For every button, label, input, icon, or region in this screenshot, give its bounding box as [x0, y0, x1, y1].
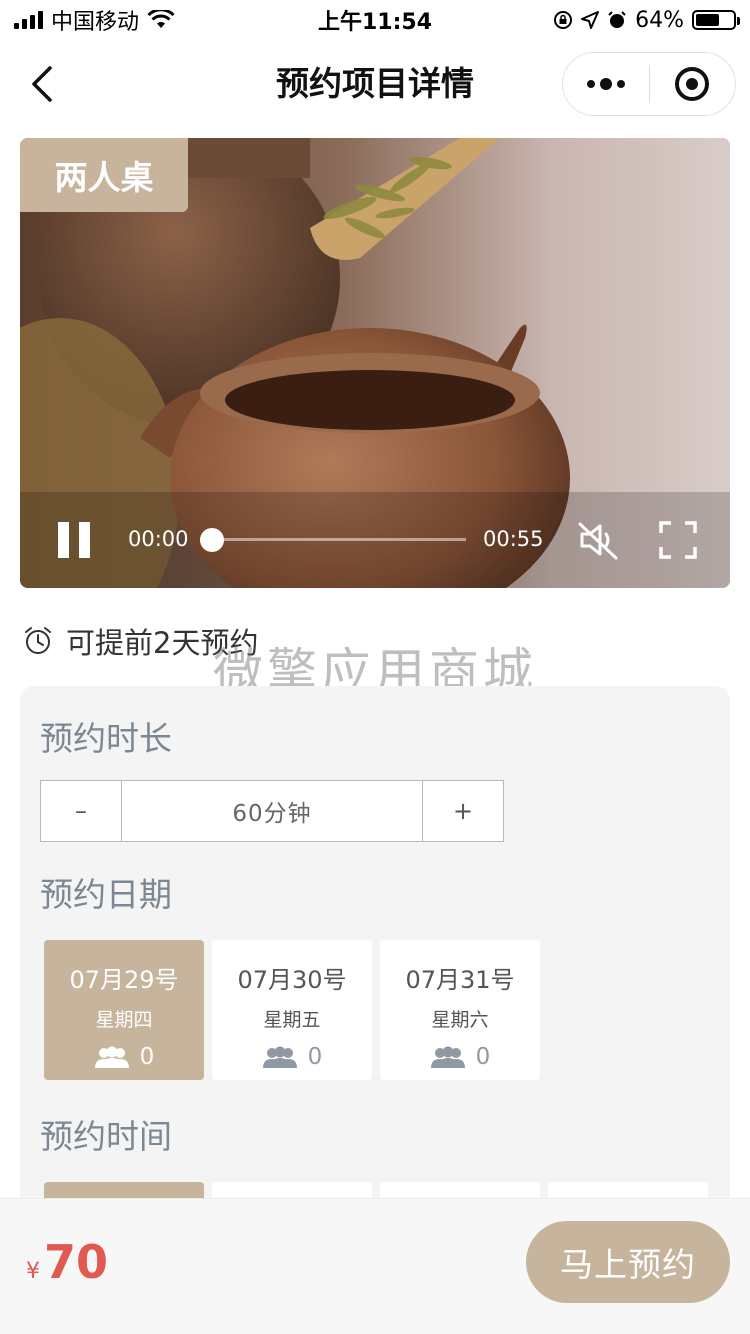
price: ¥ 70 — [26, 1235, 108, 1289]
booking-options-panel: 预约时长 – 60分钟 + 预约日期 07月29号 星期四 0 07月30号 星… — [20, 686, 730, 1246]
date-booking-count: 0 — [94, 1044, 155, 1070]
battery-fill — [696, 14, 720, 26]
status-right: 64% — [553, 7, 740, 33]
date-card[interactable]: 07月30号 星期五 0 — [212, 940, 372, 1080]
duration-minus-button[interactable]: – — [41, 781, 121, 841]
date-weekday: 星期四 — [95, 1009, 153, 1031]
video-current-time: 00:00 — [128, 527, 189, 551]
date-day: 07月29号 — [69, 966, 179, 994]
nav-bar: 预约项目详情 — [0, 46, 750, 122]
pause-bar — [79, 522, 90, 558]
more-dots-icon — [586, 78, 625, 90]
carrier-label: 中国移动 — [51, 10, 140, 35]
video-progress-track[interactable] — [200, 538, 466, 541]
status-left: 中国移动 — [14, 4, 175, 36]
advance-booking-text: 可提前2天预约 — [66, 626, 259, 660]
rotation-lock-icon — [554, 11, 573, 29]
date-card[interactable]: 07月31号 星期六 0 — [380, 940, 540, 1080]
date-count-value: 0 — [139, 1044, 155, 1070]
bottom-action-bar: ¥ 70 马上预约 — [0, 1198, 750, 1334]
people-icon — [262, 1046, 297, 1068]
mini-program-capsule — [562, 52, 736, 116]
book-now-button[interactable]: 马上预约 — [526, 1221, 730, 1303]
date-weekday: 星期六 — [431, 1009, 489, 1031]
duration-stepper: – 60分钟 + — [40, 780, 504, 842]
date-booking-count: 0 — [262, 1044, 323, 1070]
date-day: 07月30号 — [237, 966, 347, 994]
advance-booking-note: 可提前2天预约 — [22, 620, 258, 662]
battery-icon — [692, 10, 740, 30]
wifi-icon — [147, 10, 175, 28]
mute-icon[interactable] — [578, 520, 620, 560]
pause-bar — [58, 522, 69, 558]
target-icon — [675, 67, 710, 101]
video-controls: 00:00 00:55 — [20, 492, 730, 588]
video-progress-thumb[interactable] — [200, 528, 224, 552]
pause-button[interactable] — [58, 522, 90, 558]
signal-icon — [14, 11, 43, 29]
fullscreen-icon[interactable] — [658, 520, 698, 560]
date-booking-count: 0 — [430, 1044, 491, 1070]
status-bar: 中国移动 上午11:54 64% — [0, 0, 750, 40]
alarm-icon — [608, 11, 626, 28]
table-type-tag: 两人桌 — [20, 138, 188, 212]
time-title: 预约时间 — [40, 1117, 172, 1156]
location-icon — [581, 11, 600, 29]
date-title: 预约日期 — [40, 875, 172, 914]
duration-title: 预约时长 — [40, 719, 172, 758]
more-button[interactable] — [563, 52, 649, 116]
date-day: 07月31号 — [405, 966, 515, 994]
date-count-value: 0 — [475, 1044, 491, 1070]
video-player[interactable]: 两人桌 00:00 00:55 — [20, 138, 730, 588]
duration-plus-button[interactable]: + — [423, 781, 503, 841]
people-icon — [94, 1046, 129, 1068]
date-list: 07月29号 星期四 0 07月30号 星期五 0 07月31号 星期六 0 — [44, 940, 540, 1080]
date-card[interactable]: 07月29号 星期四 0 — [44, 940, 204, 1080]
date-weekday: 星期五 — [263, 1009, 321, 1031]
video-total-time: 00:55 — [483, 527, 544, 551]
price-currency: ¥ — [26, 1259, 40, 1284]
date-count-value: 0 — [307, 1044, 323, 1070]
people-icon — [430, 1046, 465, 1068]
battery-percent: 64% — [635, 7, 684, 33]
price-value: 70 — [44, 1235, 109, 1289]
close-mini-program-button[interactable] — [650, 52, 736, 116]
alarm-clock-icon — [25, 627, 51, 654]
duration-value: 60分钟 — [121, 781, 423, 841]
